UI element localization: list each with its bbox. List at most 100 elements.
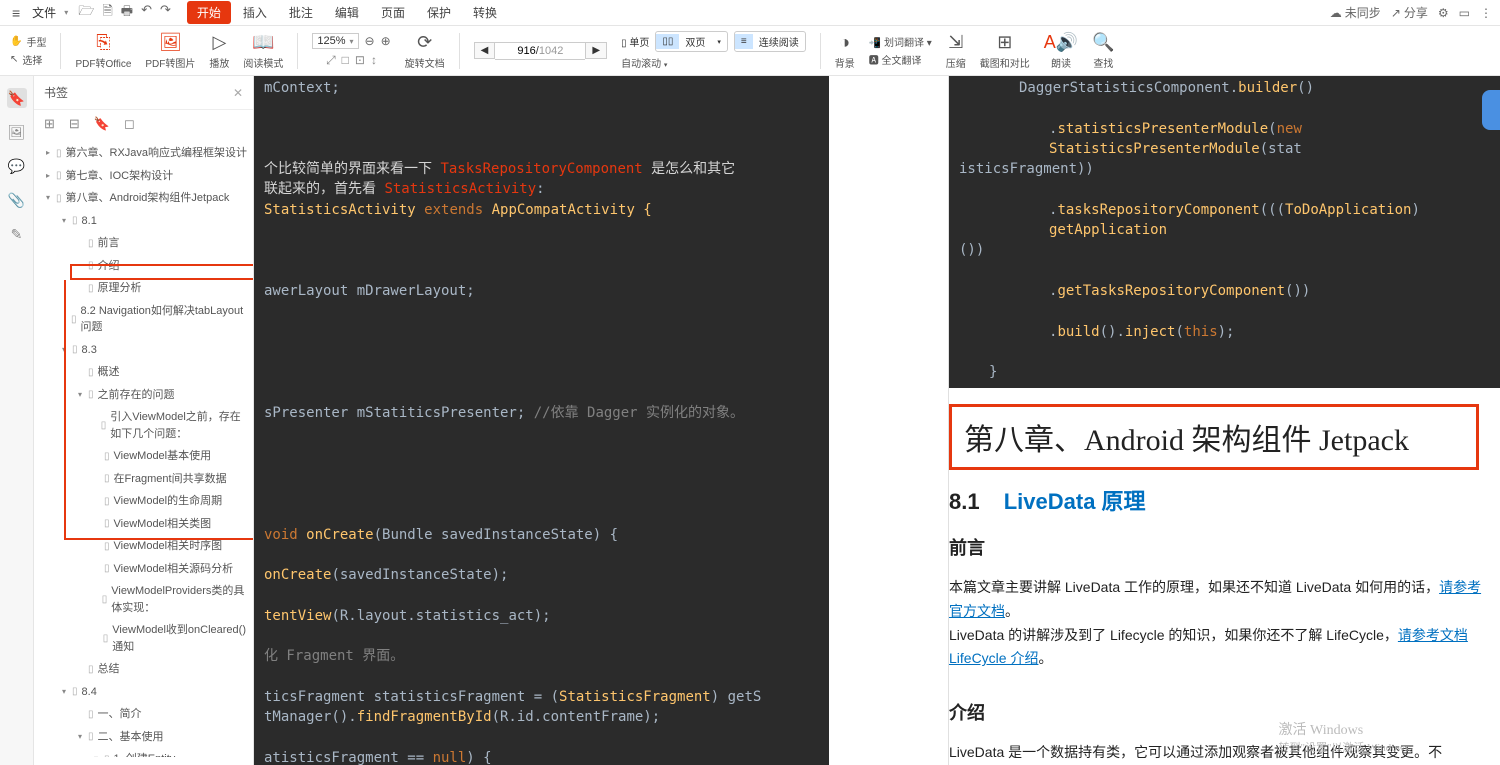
file-caret-icon[interactable]: ▾ — [64, 8, 68, 17]
double-page[interactable]: ▯▯双页▾ — [655, 31, 728, 52]
settings-icon[interactable]: ⚙ — [1438, 6, 1449, 20]
bookmark-item-22[interactable]: ▯一、简介 — [38, 703, 253, 726]
tab-protect[interactable]: 保护 — [417, 1, 461, 24]
select-tool[interactable]: ↖ 选择 — [10, 52, 46, 67]
bookmark-item-2[interactable]: ▾▯第八章、Android架构组件Jetpack — [38, 187, 253, 210]
bookmark-item-18[interactable]: ▯ViewModelProviders类的具体实现： — [38, 580, 253, 619]
bookmark-item-15[interactable]: ▯ViewModel相关类图 — [38, 513, 253, 536]
tab-page[interactable]: 页面 — [371, 1, 415, 24]
tree-arrow-icon[interactable]: ▾ — [62, 344, 72, 356]
single-page[interactable]: ▯ 单页 — [621, 34, 649, 49]
signature-rail-icon[interactable]: ✎ — [7, 224, 27, 244]
page-input[interactable]: 916/1042 — [495, 42, 585, 60]
auto-scroll[interactable]: 自动滚动 ▾ — [621, 55, 667, 70]
fit-width-icon[interactable]: ⤢ — [326, 53, 336, 68]
bookmark-item-0[interactable]: ▸▯第六章、RXJava响应式编程框架设计 — [38, 142, 253, 165]
continuous-read[interactable]: ≡连续阅读 — [734, 31, 806, 52]
share-button[interactable]: ↗ 分享 — [1391, 4, 1428, 21]
expand-icon[interactable]: ⊞ — [44, 116, 55, 132]
tree-arrow-icon[interactable]: ▾ — [78, 731, 88, 743]
screenshot-compare[interactable]: ⊞ 截图和对比 — [980, 31, 1030, 70]
open-icon[interactable]: 🗁 — [78, 2, 94, 24]
bookmark-item-7[interactable]: ▯8.2 Navigation如何解决tabLayout 问题 — [38, 300, 253, 339]
bookmark-item-20[interactable]: ▯总结 — [38, 658, 253, 681]
close-bookmarks-icon[interactable]: ✕ — [233, 86, 243, 100]
tab-start[interactable]: 开始 — [187, 1, 231, 24]
file-menu[interactable]: 文件 — [28, 2, 60, 23]
redo-icon[interactable]: ↷ — [160, 2, 171, 24]
bookmark-item-4[interactable]: ▯前言 — [38, 232, 253, 255]
bookmark-flag-icon[interactable]: ◻ — [124, 116, 135, 132]
background[interactable]: ◑ 背景 — [835, 31, 855, 70]
page-right[interactable]: DaggerStatisticsComponent.builder() .sta… — [949, 76, 1500, 765]
add-bookmark-icon[interactable]: 🔖 — [94, 116, 110, 132]
bookmark-label: 8.1 — [82, 213, 97, 230]
hamburger-icon[interactable]: ≡ — [8, 3, 24, 23]
bookmark-item-14[interactable]: ▯ViewModel的生命周期 — [38, 490, 253, 513]
bookmark-item-5[interactable]: ▯介绍 — [38, 255, 253, 278]
bookmark-item-21[interactable]: ▾▯8.4 — [38, 681, 253, 704]
zoom-in-icon[interactable]: ⊕ — [381, 34, 391, 48]
bookmark-item-6[interactable]: ▯原理分析 — [38, 277, 253, 300]
fit-page-icon[interactable]: □ — [342, 53, 349, 68]
page-left[interactable]: mContext; 个比较简单的界面来看一下 TasksRepositoryCo… — [254, 76, 829, 765]
floating-side-button[interactable] — [1482, 90, 1500, 130]
next-page[interactable]: ▶ — [585, 42, 607, 59]
search[interactable]: 🔍 查找 — [1092, 31, 1114, 70]
pdf-to-image[interactable]: 🖼 PDF转图片 — [145, 31, 195, 70]
file-icon[interactable]: 🗎 — [102, 2, 112, 24]
minimize-icon[interactable]: ▭ — [1459, 6, 1470, 20]
bookmark-item-1[interactable]: ▸▯第七章、IOC架构设计 — [38, 165, 253, 188]
bookmark-item-8[interactable]: ▾▯8.3 — [38, 339, 253, 362]
bookmark-item-11[interactable]: ▯引入ViewModel之前，存在如下几个问题： — [38, 406, 253, 445]
pdf-image-icon: 🖼 — [159, 31, 182, 53]
rotate-doc[interactable]: ⟳ 旋转文档 — [405, 31, 445, 70]
zoom-input[interactable]: 125% ▾ — [312, 33, 358, 49]
tree-arrow-icon[interactable]: ▾ — [62, 215, 72, 227]
thumbnail-rail-icon[interactable]: 🖼 — [7, 122, 27, 142]
tree-arrow-icon[interactable]: ▾ — [46, 192, 56, 204]
play-button[interactable]: ▷ 播放 — [209, 31, 229, 70]
bookmark-item-3[interactable]: ▾▯8.1 — [38, 210, 253, 233]
collapse-icon[interactable]: ⊟ — [69, 116, 80, 132]
more-icon[interactable]: ⋮ — [1480, 6, 1492, 20]
ribbon-tabs: 开始 插入 批注 编辑 页面 保护 转换 — [187, 1, 507, 24]
bookmark-item-16[interactable]: ▯ViewModel相关时序图 — [38, 535, 253, 558]
bookmark-item-19[interactable]: ▯ViewModel收到onCleared()通知 — [38, 619, 253, 658]
read-mode[interactable]: 📖 阅读模式 — [243, 31, 283, 70]
paragraph-1: 本篇文章主要讲解 LiveData 工作的原理，如果还不知道 LiveData … — [949, 576, 1486, 624]
bookmark-item-17[interactable]: ▯ViewModel相关源码分析 — [38, 558, 253, 581]
full-translate[interactable]: 🅰 全文翻译 — [869, 52, 932, 67]
comment-rail-icon[interactable]: 💬 — [7, 156, 27, 176]
tree-arrow-icon[interactable]: ▾ — [94, 753, 104, 757]
bookmark-item-23[interactable]: ▾▯二、基本使用 — [38, 726, 253, 749]
compress[interactable]: ⇲ 压缩 — [946, 31, 966, 70]
zoom-out-icon[interactable]: ⊖ — [365, 34, 375, 48]
fit-height-icon[interactable]: ↕ — [371, 53, 377, 68]
bookmark-item-10[interactable]: ▾▯之前存在的问题 — [38, 384, 253, 407]
bookmark-item-24[interactable]: ▾▯1. 创建Entity — [38, 748, 253, 757]
bookmark-item-12[interactable]: ▯ViewModel基本使用 — [38, 445, 253, 468]
actual-size-icon[interactable]: ⊡ — [355, 53, 365, 68]
bookmark-item-9[interactable]: ▯概述 — [38, 361, 253, 384]
tree-arrow-icon[interactable]: ▸ — [46, 147, 56, 159]
sync-status[interactable]: ☁ 未同步 — [1330, 4, 1381, 21]
tab-insert[interactable]: 插入 — [233, 1, 277, 24]
tree-arrow-icon[interactable]: ▾ — [78, 389, 88, 401]
tree-arrow-icon[interactable]: ▾ — [62, 686, 72, 698]
attachment-rail-icon[interactable]: 📎 — [7, 190, 27, 210]
tab-convert[interactable]: 转换 — [463, 1, 507, 24]
read-aloud[interactable]: A🔊 朗读 — [1044, 31, 1078, 70]
prev-page[interactable]: ◀ — [474, 42, 496, 59]
tab-edit[interactable]: 编辑 — [325, 1, 369, 24]
undo-icon[interactable]: ↶ — [141, 2, 152, 24]
pdf-to-office[interactable]: ⎘ PDF转Office — [75, 31, 131, 70]
print-icon[interactable]: 🖶 — [121, 2, 133, 24]
tab-annotate[interactable]: 批注 — [279, 1, 323, 24]
tree-arrow-icon[interactable]: ▸ — [46, 170, 56, 182]
hand-tool[interactable]: ✋ 手型 — [10, 34, 46, 49]
bookmarks-panel: 书签 ✕ ⊞ ⊟ 🔖 ◻ ▸▯第六章、RXJava响应式编程框架设计▸▯第七章、… — [34, 76, 254, 765]
drag-translate[interactable]: 📲 划词翻译 ▾ — [869, 34, 932, 49]
bookmark-rail-icon[interactable]: 🔖 — [7, 88, 27, 108]
bookmark-item-13[interactable]: ▯在Fragment间共享数据 — [38, 468, 253, 491]
